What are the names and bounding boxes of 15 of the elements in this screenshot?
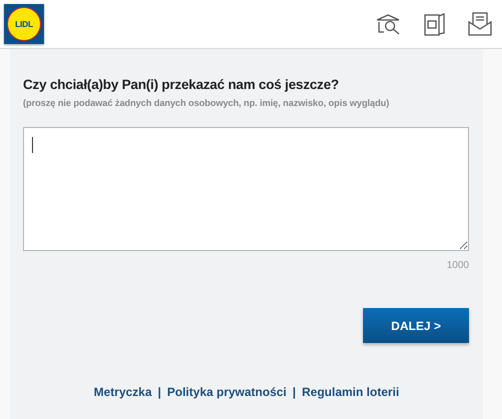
logo[interactable]: LIDL [4, 4, 44, 44]
leaflet-icon[interactable] [424, 12, 446, 36]
hint-text: (proszę nie podawać żadnych danych osobowych, np. imię, nazwisko, opis wyglądu) [23, 98, 390, 108]
separator: | [292, 385, 296, 399]
next-button[interactable]: DALEJ > [363, 308, 469, 343]
envelope-icon[interactable] [468, 12, 492, 36]
house-search-icon[interactable] [376, 13, 402, 35]
separator: | [158, 385, 162, 399]
footer-link[interactable]: Polityka prywatności [167, 385, 287, 399]
comment-field[interactable] [23, 127, 469, 251]
text-cursor [32, 137, 33, 153]
footer-link[interactable]: Metryczka [94, 385, 152, 399]
footer-link[interactable]: Regulamin loterii [302, 385, 400, 399]
character-counter: 1000 [446, 260, 469, 271]
question-text: Czy chciał(a)by Pan(i) przekazać nam coś jeszcze? [23, 77, 340, 92]
